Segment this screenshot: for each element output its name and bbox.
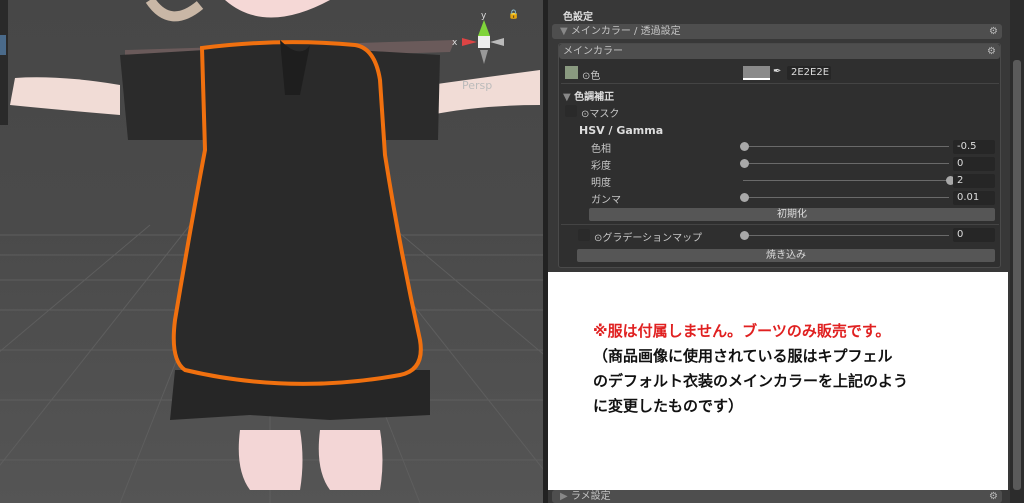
slider-value[interactable]: 0 [953, 157, 995, 171]
svg-text:x: x [452, 38, 458, 48]
texture-thumbnail[interactable] [565, 66, 578, 79]
slider-track[interactable] [743, 180, 949, 181]
mask-checkbox[interactable] [565, 105, 577, 117]
gradient-map-label: ⊙グラデーションマップ [594, 233, 703, 244]
left-arm [10, 77, 120, 115]
orientation-gizmo: y x [452, 11, 504, 64]
projection-label[interactable]: Persp [462, 79, 492, 92]
hsv-title: HSV / Gamma [579, 124, 664, 137]
gradient-map-slider-knob[interactable] [740, 231, 749, 240]
main-color-box: メインカラー ⚙ ⊙色 ✒ 2E2E2E ▼ 色調補正 ⊙マスク HSV / G… [558, 43, 1001, 268]
slider-value[interactable]: 2 [953, 174, 995, 188]
slider-label: 彩度 [591, 161, 611, 172]
right-arm [430, 70, 540, 115]
svg-text:y: y [481, 11, 487, 21]
slider-label: 色相 [591, 144, 611, 155]
section-title: 色設定 [563, 12, 593, 23]
slider-label: 明度 [591, 178, 611, 189]
notice-overlay: ※服は付属しません。ブーツのみ販売です。 （商品画像に使用されている服はキプフェ… [548, 272, 1008, 490]
lock-icon[interactable]: 🔒 [508, 10, 519, 20]
slider-knob[interactable] [740, 159, 749, 168]
slider-label: ガンマ [591, 195, 621, 206]
slider-value[interactable]: 0.01 [953, 191, 995, 205]
slider-value[interactable]: -0.5 [953, 140, 995, 154]
color-swatch[interactable] [743, 66, 770, 80]
foldout-lame-settings[interactable]: ▶ ラメ設定 ⚙ [552, 490, 1002, 503]
scene-view[interactable]: y x 🔒 Persp [0, 0, 543, 503]
left-sleeve [120, 50, 210, 140]
tone-correction-foldout[interactable]: ▼ 色調補正 [563, 88, 614, 103]
gear-icon[interactable]: ⚙ [989, 490, 998, 503]
slider-knob[interactable] [740, 193, 749, 202]
gear-icon[interactable]: ⚙ [987, 44, 996, 59]
notice-line: （商品画像に使用されている服はキプフェル [593, 347, 893, 365]
foldout-label: メインカラー / 透過設定 [570, 26, 681, 37]
gradient-map-slider-track[interactable] [743, 235, 949, 236]
notice-warning: ※服は付属しません。ブーツのみ販売です。 [593, 322, 891, 340]
notice-line: のデフォルト衣装のメインカラーを上記のよう [593, 372, 909, 390]
scene-canvas: y x [0, 0, 543, 503]
slider-track[interactable] [743, 146, 949, 147]
gear-icon[interactable]: ⚙ [989, 24, 998, 39]
notice-line: に変更したものです） [593, 397, 744, 415]
gradient-map-checkbox[interactable] [578, 229, 590, 241]
hex-field[interactable]: 2E2E2E [787, 66, 831, 80]
main-color-header: メインカラー ⚙ [559, 44, 1000, 59]
mask-label: ⊙マスク [581, 109, 620, 120]
reset-button[interactable]: 初期化 [589, 208, 995, 221]
eyedropper-icon[interactable]: ✒ [773, 66, 781, 77]
inspector-scrollbar[interactable] [1010, 0, 1024, 503]
gradient-map-value[interactable]: 0 [953, 228, 995, 242]
slider-knob[interactable] [740, 142, 749, 151]
slider-track[interactable] [743, 163, 949, 164]
color-label: ⊙色 [582, 71, 601, 82]
bake-button[interactable]: 焼き込み [577, 249, 995, 262]
slider-track[interactable] [743, 197, 949, 198]
foldout-main-color-transparency[interactable]: ▼ メインカラー / 透過設定 ⚙ [552, 24, 1002, 39]
